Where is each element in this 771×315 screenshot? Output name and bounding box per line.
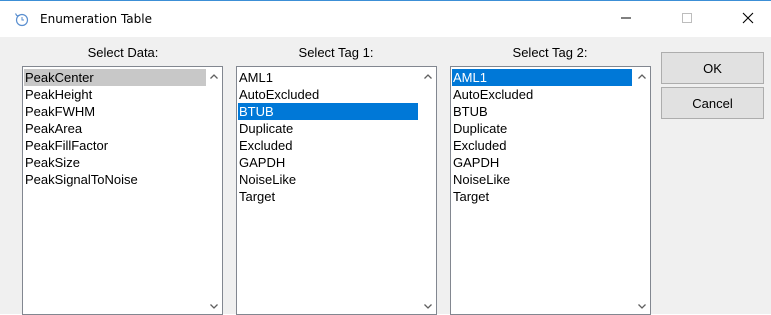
ok-button[interactable]: OK: [661, 52, 764, 84]
list-item-tag2[interactable]: AML1: [452, 69, 632, 86]
cancel-button[interactable]: Cancel: [661, 87, 764, 119]
select-tag2-label: Select Tag 2:: [512, 45, 588, 60]
list-item-data[interactable]: PeakArea: [24, 120, 206, 137]
minimize-button[interactable]: [603, 1, 649, 37]
list-item-data[interactable]: PeakCenter: [24, 69, 206, 86]
select-tag2-list[interactable]: AML1 AutoExcluded BTUB Duplicate Exclude…: [450, 66, 651, 315]
select-data-label: Select Data:: [87, 45, 159, 60]
list-item-tag1[interactable]: Duplicate: [238, 120, 418, 137]
list-item-data[interactable]: PeakFWHM: [24, 103, 206, 120]
select-data-list[interactable]: PeakCenter PeakHeight PeakFWHM PeakArea …: [22, 66, 223, 315]
select-tag1-list[interactable]: AML1 AutoExcluded BTUB Duplicate Exclude…: [236, 66, 437, 315]
list-item-tag2[interactable]: Excluded: [452, 137, 632, 154]
list-item-data[interactable]: PeakSize: [24, 154, 206, 171]
scroll-up-icon[interactable]: [637, 71, 647, 81]
tag2-list-scrollbar[interactable]: [634, 67, 650, 314]
window-title: Enumeration Table: [40, 12, 152, 26]
list-item-data[interactable]: PeakFillFactor: [24, 137, 206, 154]
maximize-icon: [681, 12, 693, 27]
list-item-data[interactable]: PeakHeight: [24, 86, 206, 103]
title-bar[interactable]: Enumeration Table: [0, 1, 771, 37]
close-button[interactable]: [725, 1, 771, 37]
maximize-button[interactable]: [664, 1, 710, 37]
list-item-tag2[interactable]: BTUB: [452, 103, 632, 120]
list-item-tag1[interactable]: Target: [238, 188, 418, 205]
list-item-tag1[interactable]: GAPDH: [238, 154, 418, 171]
select-tag1-label: Select Tag 1:: [298, 45, 374, 60]
tag1-list-scrollbar[interactable]: [420, 67, 436, 314]
data-list-scrollbar[interactable]: [206, 67, 222, 314]
list-item-tag1[interactable]: AML1: [238, 69, 418, 86]
list-item-tag1[interactable]: BTUB: [238, 103, 418, 120]
list-item-tag2[interactable]: Target: [452, 188, 632, 205]
list-item-data[interactable]: PeakSignalToNoise: [24, 171, 206, 188]
scroll-down-icon[interactable]: [423, 300, 433, 310]
scroll-up-icon[interactable]: [209, 71, 219, 81]
list-item-tag1[interactable]: AutoExcluded: [238, 86, 418, 103]
minimize-icon: [620, 12, 632, 27]
scroll-up-icon[interactable]: [423, 71, 433, 81]
scroll-down-icon[interactable]: [209, 300, 219, 310]
list-item-tag2[interactable]: GAPDH: [452, 154, 632, 171]
app-icon: [14, 11, 30, 27]
list-item-tag2[interactable]: NoiseLike: [452, 171, 632, 188]
list-item-tag1[interactable]: NoiseLike: [238, 171, 418, 188]
list-item-tag2[interactable]: AutoExcluded: [452, 86, 632, 103]
close-icon: [742, 12, 754, 27]
enumeration-table-dialog: Enumeration Table Select Data: Select Ta…: [0, 0, 771, 315]
scroll-down-icon[interactable]: [637, 300, 647, 310]
list-item-tag2[interactable]: Duplicate: [452, 120, 632, 137]
list-item-tag1[interactable]: Excluded: [238, 137, 418, 154]
